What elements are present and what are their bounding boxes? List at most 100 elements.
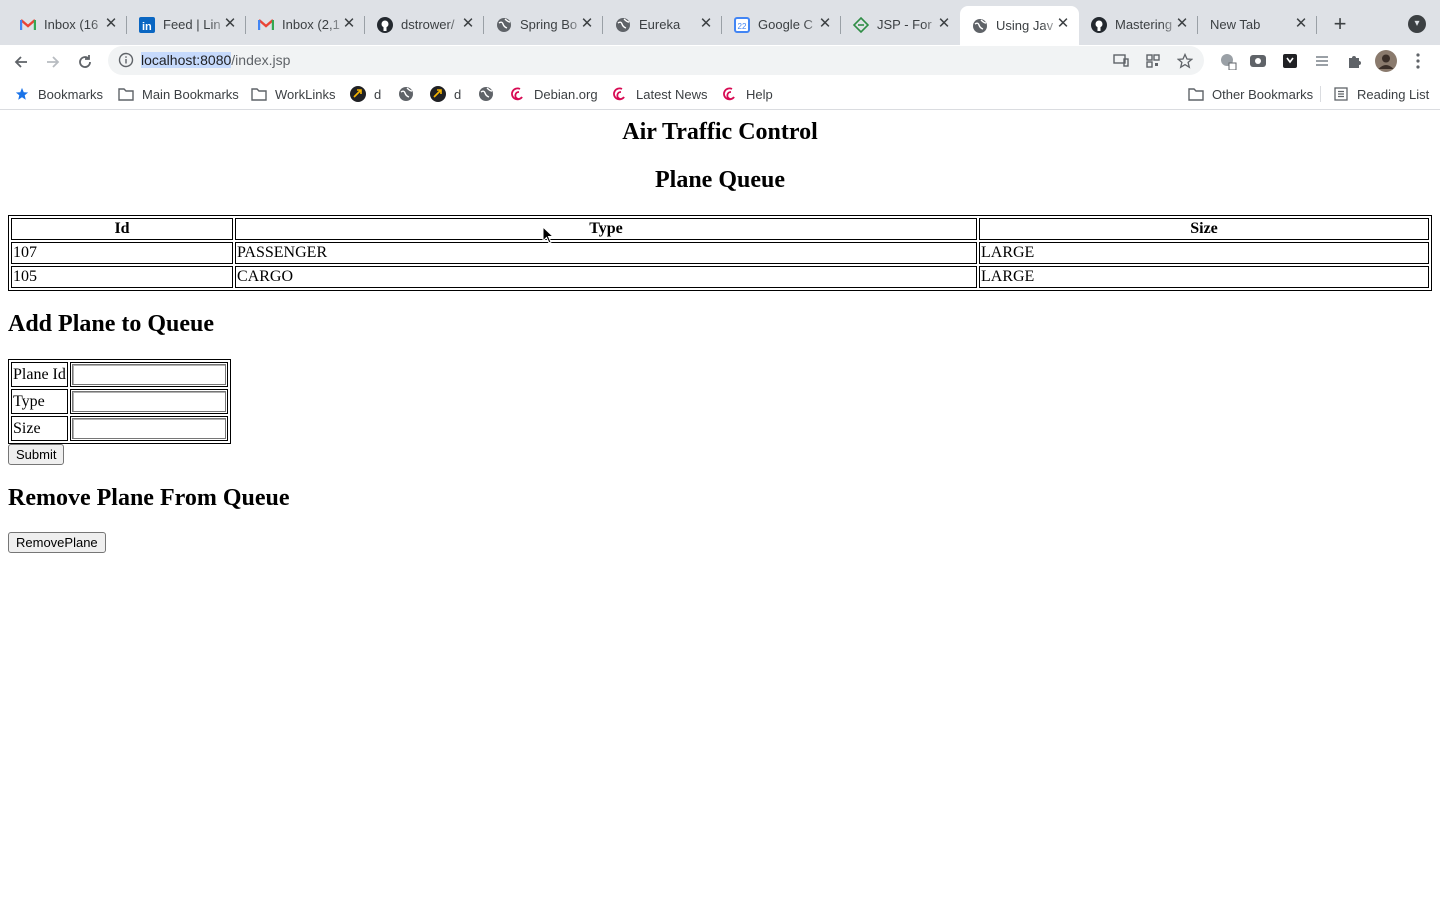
folder-icon bbox=[251, 86, 267, 102]
tab-jsp-forms[interactable]: JSP - For ✕ bbox=[841, 7, 960, 42]
bookmark-debian[interactable]: Debian.org bbox=[510, 85, 598, 103]
tab-eureka[interactable]: Eureka ✕ bbox=[603, 7, 722, 42]
table-row: 107 PASSENGER LARGE bbox=[11, 242, 1429, 264]
close-icon[interactable]: ✕ bbox=[460, 16, 476, 32]
form-row-size: Size bbox=[11, 416, 228, 441]
cell-id: 105 bbox=[11, 266, 233, 288]
cell-type: PASSENGER bbox=[235, 242, 977, 264]
globe-icon bbox=[398, 86, 414, 102]
close-icon[interactable]: ✕ bbox=[817, 16, 833, 32]
tab-google-calendar[interactable]: 22 Google C ✕ bbox=[722, 7, 841, 42]
tab-linkedin[interactable]: in Feed | Lin ✕ bbox=[127, 7, 246, 42]
tab-separator bbox=[1316, 16, 1317, 34]
github-icon bbox=[1091, 16, 1107, 33]
extension-cloud-icon[interactable] bbox=[1248, 51, 1268, 71]
bookmark-label: Help bbox=[746, 86, 773, 102]
bookmark-globe-2[interactable] bbox=[478, 85, 502, 103]
tab-mastering[interactable]: Mastering ✕ bbox=[1079, 7, 1198, 42]
tab-strip: Inbox (16 ✕ in Feed | Lin ✕ Inbox (2,1 ✕… bbox=[0, 0, 1440, 45]
plane-id-input[interactable] bbox=[71, 364, 226, 385]
svg-text:in: in bbox=[142, 21, 152, 33]
tab-title: Inbox (16 bbox=[44, 17, 99, 32]
field-label: Type bbox=[11, 389, 68, 414]
cell-type: CARGO bbox=[235, 266, 977, 288]
bookmark-latest-news[interactable]: Latest News bbox=[612, 85, 708, 103]
debian-icon bbox=[612, 86, 628, 102]
reading-list-label: Reading List bbox=[1357, 86, 1430, 102]
tab-github-dstrower[interactable]: dstrower/ ✕ bbox=[365, 7, 484, 42]
bookmark-help[interactable]: Help bbox=[722, 85, 773, 103]
close-icon[interactable]: ✕ bbox=[1293, 16, 1309, 32]
address-bar[interactable]: localhost:8080/index.jsp bbox=[108, 46, 1204, 75]
tab-inbox-1[interactable]: Inbox (16 ✕ bbox=[8, 7, 127, 42]
reading-list-icon bbox=[1333, 86, 1349, 102]
bookmark-worklinks[interactable]: WorkLinks bbox=[251, 85, 335, 103]
tab-inbox-2[interactable]: Inbox (2,1 ✕ bbox=[246, 7, 365, 42]
gmail-icon bbox=[258, 17, 274, 33]
reload-icon[interactable] bbox=[72, 49, 98, 75]
size-input[interactable] bbox=[71, 418, 226, 439]
add-plane-heading: Add Plane to Queue bbox=[8, 311, 215, 337]
qr-code-icon[interactable] bbox=[1144, 52, 1162, 70]
reading-list[interactable]: Reading List bbox=[1333, 85, 1429, 103]
menu-kebab-icon[interactable] bbox=[1408, 51, 1428, 71]
other-bookmarks-label: Other Bookmarks bbox=[1212, 86, 1314, 102]
close-icon[interactable]: ✕ bbox=[1055, 16, 1071, 32]
tab-title: Google C bbox=[758, 17, 813, 32]
forward-icon[interactable] bbox=[40, 49, 66, 75]
close-icon[interactable]: ✕ bbox=[579, 16, 595, 32]
gmail-icon bbox=[20, 17, 36, 33]
bookmark-label: Bookmarks bbox=[38, 86, 104, 102]
type-input[interactable] bbox=[71, 391, 226, 412]
size-cell bbox=[69, 416, 228, 441]
new-tab-button[interactable]: + bbox=[1328, 12, 1352, 36]
globe-icon bbox=[496, 17, 512, 33]
bookmark-d-1[interactable]: d bbox=[350, 85, 381, 103]
tab-title: Feed | Lin bbox=[163, 17, 221, 32]
extension-globe-icon[interactable] bbox=[1218, 51, 1238, 71]
extension-save-icon[interactable] bbox=[1280, 51, 1300, 71]
mouse-cursor-icon bbox=[542, 225, 555, 249]
close-icon[interactable]: ✕ bbox=[936, 16, 952, 32]
extensions-puzzle-icon[interactable] bbox=[1344, 51, 1364, 71]
form-row-type: Type bbox=[11, 389, 228, 414]
close-icon[interactable]: ✕ bbox=[1174, 16, 1190, 32]
folder-icon bbox=[118, 86, 134, 102]
close-icon[interactable]: ✕ bbox=[698, 16, 714, 32]
google-calendar-icon: 22 bbox=[734, 16, 750, 33]
globe-icon bbox=[615, 17, 631, 33]
column-header-id: Id bbox=[11, 218, 233, 240]
form-row-plane-id: Plane Id bbox=[11, 362, 228, 387]
url-path: /index.jsp bbox=[231, 52, 291, 68]
extension-stack-icon[interactable] bbox=[1312, 51, 1332, 71]
column-header-type: Type bbox=[235, 218, 977, 240]
back-icon[interactable] bbox=[8, 49, 34, 75]
globe-icon bbox=[478, 86, 494, 102]
tab-title: Using Jav bbox=[996, 18, 1054, 33]
close-icon[interactable]: ✕ bbox=[103, 16, 119, 32]
bookmarks-bar: Bookmarks Main Bookmarks WorkLinks d d D… bbox=[0, 78, 1440, 110]
url-text[interactable]: localhost:8080/index.jsp bbox=[141, 52, 290, 68]
tab-spring-boot[interactable]: Spring Bo ✕ bbox=[484, 7, 603, 42]
tab-using-java[interactable]: Using Jav ✕ bbox=[960, 6, 1079, 45]
site-info-icon[interactable] bbox=[118, 52, 134, 68]
tab-title: dstrower/ bbox=[401, 17, 455, 32]
bookmark-globe-1[interactable] bbox=[398, 85, 422, 103]
tab-new-tab[interactable]: New Tab ✕ bbox=[1198, 7, 1317, 42]
close-icon[interactable]: ✕ bbox=[222, 16, 238, 32]
tab-search-icon[interactable]: ▾ bbox=[1408, 15, 1426, 33]
bookmark-d-2[interactable]: d bbox=[430, 85, 461, 103]
bookmark-star-icon[interactable] bbox=[1176, 52, 1194, 70]
site-icon bbox=[350, 86, 366, 102]
folder-icon bbox=[1188, 86, 1204, 102]
cast-icon[interactable] bbox=[1112, 52, 1130, 70]
star-icon bbox=[14, 86, 30, 102]
remove-plane-button[interactable]: RemovePlane bbox=[8, 532, 106, 553]
bookmark-bookmarks[interactable]: Bookmarks bbox=[14, 85, 103, 103]
bookmarks-divider bbox=[1320, 86, 1321, 102]
submit-button[interactable]: Submit bbox=[8, 444, 65, 465]
close-icon[interactable]: ✕ bbox=[341, 16, 357, 32]
avatar[interactable] bbox=[1375, 50, 1397, 72]
bookmark-main-bookmarks[interactable]: Main Bookmarks bbox=[118, 85, 239, 103]
other-bookmarks[interactable]: Other Bookmarks bbox=[1188, 85, 1313, 103]
